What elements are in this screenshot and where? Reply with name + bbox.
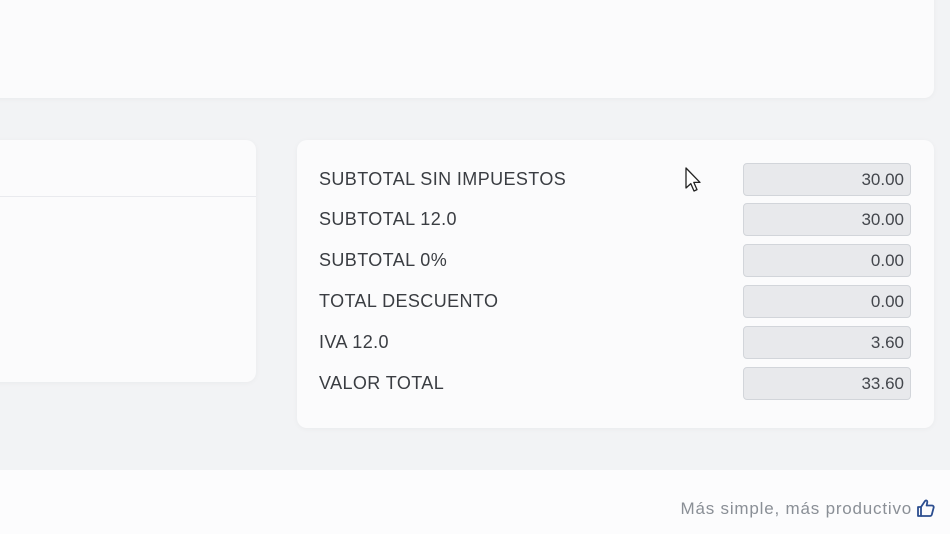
left-panel-divider — [0, 196, 256, 197]
totals-row-subtotal-12: SUBTOTAL 12.0 30.00 — [297, 203, 934, 237]
totals-label: VALOR TOTAL — [319, 373, 445, 393]
totals-row-iva-12: IVA 12.0 3.60 — [297, 326, 934, 360]
totals-label: IVA 12.0 — [319, 332, 389, 352]
thumbs-up-icon — [916, 498, 936, 518]
left-panel — [0, 140, 256, 382]
footer: Más simple, más productivo — [0, 470, 950, 534]
totals-label: SUBTOTAL 0% — [319, 250, 448, 270]
top-panel — [0, 0, 934, 98]
totals-panel: SUBTOTAL SIN IMPUESTOS 30.00 SUBTOTAL 12… — [297, 140, 934, 428]
mouse-cursor-icon — [685, 167, 703, 193]
totals-row-valor-total: VALOR TOTAL 33.60 — [297, 367, 934, 401]
totals-label: TOTAL DESCUENTO — [319, 291, 499, 311]
subtotal-0-field[interactable]: 0.00 — [743, 244, 911, 277]
iva-12-field[interactable]: 3.60 — [743, 326, 911, 359]
valor-total-field[interactable]: 33.60 — [743, 367, 911, 400]
totals-label: SUBTOTAL 12.0 — [319, 209, 457, 229]
totals-row-subtotal-0: SUBTOTAL 0% 0.00 — [297, 244, 934, 278]
footer-slogan: Más simple, más productivo — [680, 499, 912, 518]
subtotal-12-field[interactable]: 30.00 — [743, 203, 911, 236]
totals-row-total-descuento: TOTAL DESCUENTO 0.00 — [297, 285, 934, 319]
totals-label: SUBTOTAL SIN IMPUESTOS — [319, 169, 567, 189]
subtotal-sin-impuestos-field[interactable]: 30.00 — [743, 163, 911, 196]
total-descuento-field[interactable]: 0.00 — [743, 285, 911, 318]
totals-row-subtotal-sin-impuestos: SUBTOTAL SIN IMPUESTOS 30.00 — [297, 163, 934, 197]
